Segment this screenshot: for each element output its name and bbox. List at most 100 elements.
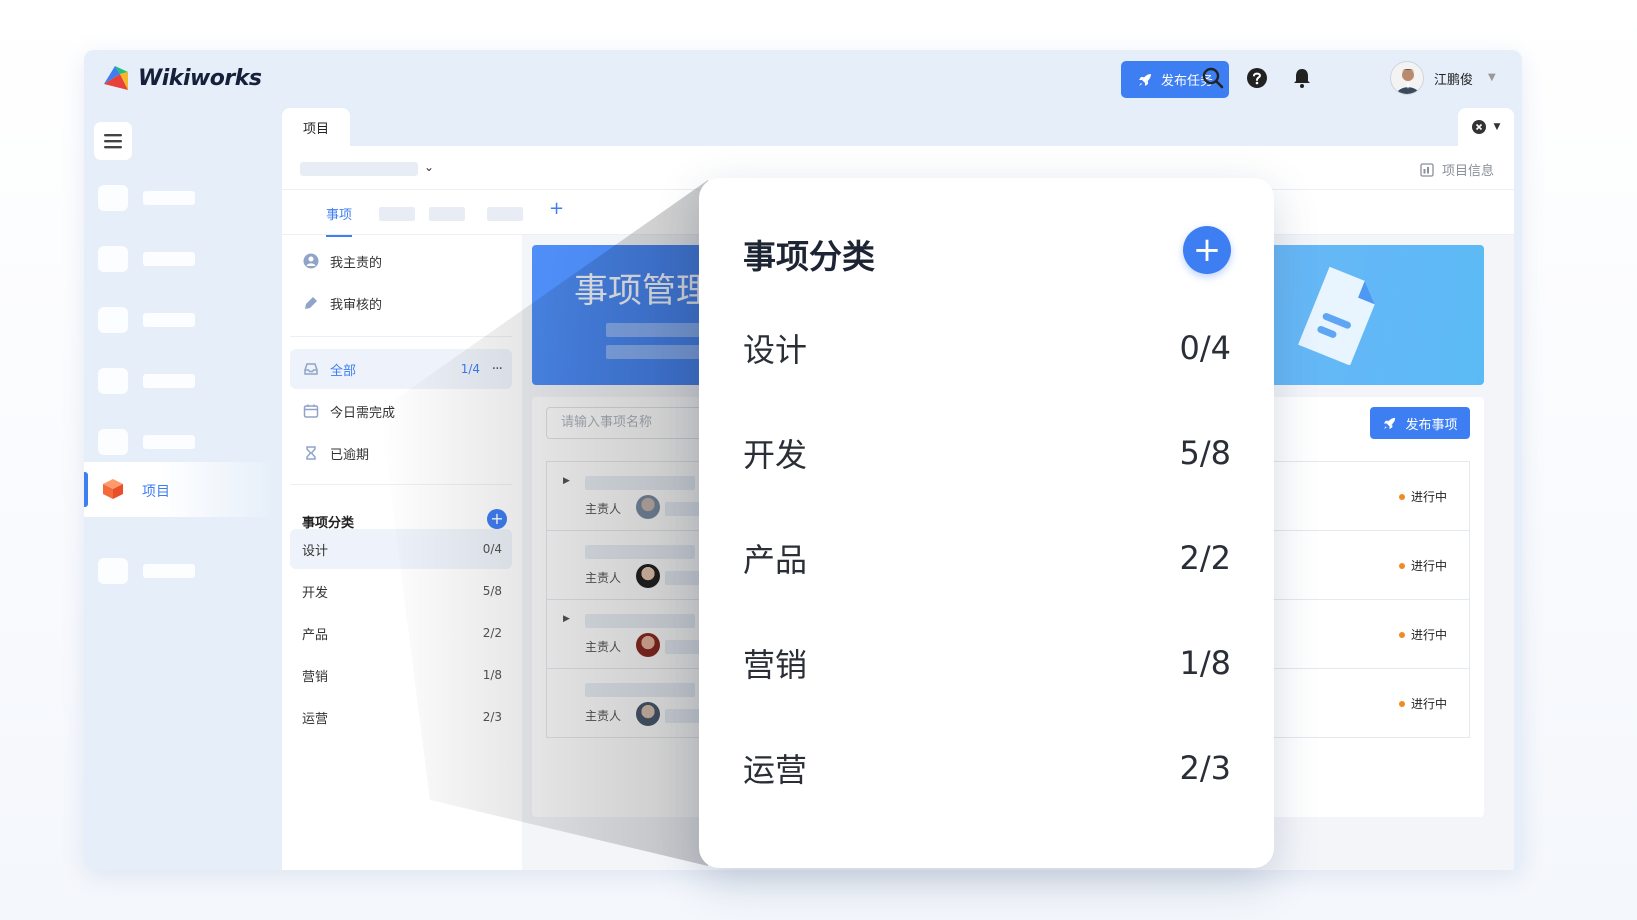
hourglass-icon (302, 444, 320, 462)
user-name[interactable]: 江鹏俊 (1434, 69, 1473, 88)
owner-label: 主责人 (585, 709, 622, 723)
popout-category-count: 2/2 (1179, 539, 1232, 577)
status-dot-icon (1398, 700, 1405, 707)
filter-count: 1/4 (460, 362, 480, 376)
category-count: 1/8 (482, 668, 502, 682)
tab-project[interactable]: 项目 (282, 108, 350, 146)
popout-category-count: 0/4 (1179, 329, 1232, 367)
popout-category-count: 5/8 (1179, 434, 1232, 472)
category-item[interactable]: 营销 1/8 (290, 655, 512, 695)
category-item[interactable]: 开发 5/8 (290, 571, 512, 611)
popout-category-item[interactable]: 产品 2/2 (743, 534, 1231, 582)
item-title-placeholder (585, 683, 695, 697)
add-category-button[interactable]: + (487, 509, 507, 529)
status-badge: 进行中 (1398, 626, 1447, 643)
category-item[interactable]: 产品 2/2 (290, 613, 512, 653)
popout-category-label: 运营 (743, 751, 808, 789)
cube-icon (103, 479, 123, 499)
popout-category-item[interactable]: 开发 5/8 (743, 429, 1231, 477)
rail-item-placeholder-icon[interactable] (98, 368, 128, 394)
status-dot-icon (1398, 493, 1405, 500)
rail-label-placeholder (143, 313, 195, 327)
chevron-down-icon[interactable]: ⌄ (424, 160, 434, 174)
rocket-icon (1138, 73, 1151, 86)
owner-avatar[interactable] (636, 495, 660, 519)
owner-avatar[interactable] (636, 702, 660, 726)
popout-category-item[interactable]: 营销 1/8 (743, 639, 1231, 687)
filter-all[interactable]: 全部 1/4 ··· (290, 349, 512, 389)
item-title-placeholder (585, 476, 695, 490)
filter-label: 已逾期 (330, 447, 370, 463)
item-title-placeholder (585, 545, 695, 559)
filter-label: 全部 (330, 363, 357, 379)
popout-add-category-button[interactable]: + (1183, 226, 1231, 274)
caret-down-icon[interactable]: ▼ (1494, 122, 1501, 132)
rail-item-placeholder-icon[interactable] (98, 246, 128, 272)
filter-label: 我审核的 (330, 297, 383, 313)
item-title-placeholder (585, 614, 695, 628)
menu-toggle-button[interactable] (94, 122, 132, 160)
status-badge: 进行中 (1398, 557, 1447, 574)
project-info-link[interactable]: 项目信息 (1420, 160, 1494, 179)
owner-label: 主责人 (585, 640, 622, 654)
rail-item-project[interactable]: 项目 (84, 462, 274, 517)
category-label: 开发 (302, 585, 329, 601)
popout-category-item[interactable]: 设计 0/4 (743, 324, 1231, 372)
owner-avatar[interactable] (636, 564, 660, 588)
brand-name: Wikiworks (138, 65, 262, 91)
expand-arrow-icon[interactable]: ▶ (563, 476, 570, 486)
pen-icon (302, 294, 320, 312)
status-badge: 进行中 (1398, 695, 1447, 712)
project-selector-placeholder[interactable] (300, 162, 418, 176)
filter-label: 我主责的 (330, 255, 383, 271)
tab-controls[interactable]: ▼ (1458, 108, 1514, 146)
category-label: 营销 (302, 669, 329, 685)
rail-item-placeholder-icon[interactable] (98, 429, 128, 455)
category-item[interactable]: 设计 0/4 (290, 529, 512, 569)
add-tab-button[interactable]: + (549, 198, 564, 219)
category-count: 5/8 (482, 584, 502, 598)
rail-item-placeholder-icon[interactable] (98, 307, 128, 333)
user-avatar[interactable] (1390, 61, 1424, 95)
rocket-icon (1384, 417, 1396, 429)
tab-placeholder[interactable] (487, 207, 523, 221)
more-icon[interactable]: ··· (492, 361, 503, 377)
owner-label: 主责人 (585, 502, 622, 516)
popout-category-label: 产品 (743, 541, 808, 579)
hamburger-icon (104, 134, 122, 149)
popout-category-item[interactable]: 运营 2/3 (743, 744, 1231, 792)
bell-icon[interactable] (1289, 65, 1315, 91)
banner-title: 事项管理 (574, 271, 710, 311)
document-icon (1420, 162, 1434, 177)
logo-mark-icon (104, 66, 128, 90)
tab-placeholder[interactable] (429, 207, 465, 221)
rail-item-placeholder-icon[interactable] (98, 185, 128, 211)
popout-title: 事项分类 (743, 237, 875, 276)
rail-label-placeholder (143, 374, 195, 388)
calendar-icon (302, 402, 320, 420)
search-icon[interactable] (1200, 65, 1226, 91)
filter-my-review[interactable]: 我审核的 (290, 283, 512, 323)
tab-items[interactable]: 事项 (326, 204, 353, 237)
rail-label-placeholder (143, 564, 195, 578)
filter-my-owned[interactable]: 我主责的 (290, 241, 512, 281)
owner-avatar[interactable] (636, 633, 660, 657)
divider (290, 336, 512, 337)
popout-category-label: 设计 (743, 331, 808, 369)
brand-logo[interactable]: Wikiworks (100, 62, 262, 94)
filter-due-today[interactable]: 今日需完成 (290, 391, 512, 431)
tab-placeholder[interactable] (379, 207, 415, 221)
filter-overdue[interactable]: 已逾期 (290, 433, 512, 473)
help-icon[interactable] (1244, 65, 1270, 91)
chevron-down-icon[interactable]: ▼ (1488, 72, 1496, 83)
divider (290, 484, 512, 485)
publish-item-button[interactable]: 发布事项 (1370, 407, 1470, 439)
rail-item-placeholder-icon[interactable] (98, 558, 128, 584)
category-label: 设计 (302, 543, 329, 559)
category-count: 2/3 (482, 710, 502, 724)
rail-label-placeholder (143, 252, 195, 266)
expand-arrow-icon[interactable]: ▶ (563, 614, 570, 624)
category-item[interactable]: 运营 2/3 (290, 697, 512, 737)
publish-item-label: 发布事项 (1405, 417, 1458, 433)
close-icon[interactable] (1471, 120, 1486, 134)
